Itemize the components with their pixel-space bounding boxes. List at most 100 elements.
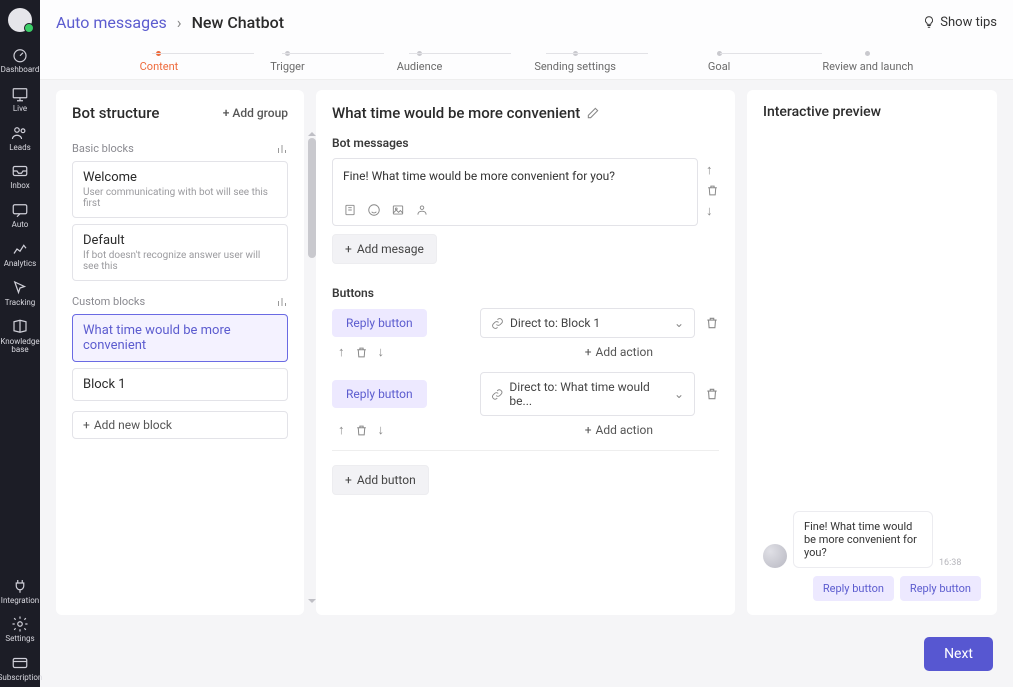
chevron-down-icon: ⌄ <box>674 316 684 330</box>
block-editor-panel: What time would be more convenient Bot m… <box>316 90 735 615</box>
emoji-icon[interactable] <box>367 203 381 217</box>
direct-to-select[interactable]: Direct to: What time would be... ⌄ <box>480 372 695 416</box>
nav-label: Analytics <box>4 260 37 269</box>
preview-reply-chip[interactable]: Reply button <box>813 576 894 601</box>
topbar: Auto messages › New Chatbot Show tips <box>40 0 1013 44</box>
panel-title: Bot structure + Add group <box>72 104 288 122</box>
arrow-down-icon[interactable]: ↓ <box>378 344 385 360</box>
nav-label: Auto <box>12 221 29 230</box>
step-audience[interactable]: Audience <box>397 51 443 73</box>
add-group-button[interactable]: + Add group <box>223 106 288 120</box>
nav-label: Live <box>13 105 27 114</box>
reply-button-chip[interactable]: Reply button <box>332 380 427 408</box>
arrow-up-icon[interactable]: ↑ <box>338 344 345 360</box>
block-card-default[interactable]: Default If bot doesn't recognize answer … <box>72 224 288 281</box>
add-message-button[interactable]: + Add mesage <box>332 234 437 264</box>
avatar <box>763 544 787 568</box>
preview-chips: Reply button Reply button <box>763 576 981 601</box>
pencil-icon[interactable] <box>586 106 600 120</box>
stats-icon[interactable] <box>276 296 288 308</box>
buttons-heading: Buttons <box>332 286 719 300</box>
avatar[interactable] <box>8 8 32 32</box>
arrow-up-icon[interactable]: ↑ <box>706 162 719 178</box>
next-button[interactable]: Next <box>924 637 993 671</box>
nav-item-analytics[interactable]: Analytics <box>0 234 40 273</box>
preview-bubble: Fine! What time would be more convenient… <box>793 511 933 568</box>
add-action-button[interactable]: +Add action <box>585 345 653 359</box>
trash-icon[interactable] <box>705 316 719 330</box>
nav-item-subscription[interactable]: Subscription <box>0 648 40 687</box>
preview-title: Interactive preview <box>763 104 981 120</box>
step-review[interactable]: Review and launch <box>822 51 913 73</box>
trash-icon[interactable] <box>705 387 719 401</box>
user-icon[interactable] <box>415 203 429 217</box>
message-text[interactable]: Fine! What time would be more convenient… <box>343 169 687 193</box>
arrow-down-icon[interactable]: ↓ <box>706 203 719 219</box>
preview-panel: Interactive preview Fine! What time woul… <box>747 90 997 615</box>
breadcrumb-root[interactable]: Auto messages <box>56 13 167 32</box>
message-input[interactable]: Fine! What time would be more convenient… <box>332 158 698 226</box>
trash-icon[interactable] <box>355 424 368 437</box>
nav-item-settings[interactable]: Settings <box>0 609 40 648</box>
nav-label: Dashboard <box>1 66 40 75</box>
nav-item-inbox[interactable]: Inbox <box>0 156 40 195</box>
block-card-welcome[interactable]: Welcome User communicating with bot will… <box>72 161 288 218</box>
nav-label: Leads <box>9 144 31 153</box>
step-goal[interactable]: Goal <box>708 51 730 73</box>
plus-icon: + <box>223 106 230 120</box>
nav-label: Settings <box>5 635 34 644</box>
nav-item-live[interactable]: Live <box>0 79 40 118</box>
step-content[interactable]: Content <box>140 51 179 73</box>
button-row: Reply button Direct to: What time would … <box>332 372 719 416</box>
nav-item-leads[interactable]: Leads <box>0 118 40 157</box>
trash-icon[interactable] <box>355 346 368 359</box>
scroll-down-icon[interactable] <box>308 599 316 603</box>
button-row: Reply button Direct to: Block 1 ⌄ <box>332 308 719 338</box>
scrollbar[interactable] <box>308 130 316 605</box>
gauge-icon <box>11 46 29 64</box>
nav-item-integration[interactable]: Integration <box>0 571 40 610</box>
nav-item-auto[interactable]: Auto <box>0 195 40 234</box>
buttons-section: Buttons Reply button Direct to: Block 1 … <box>332 286 719 495</box>
nav-item-tracking[interactable]: Tracking <box>0 273 40 312</box>
link-icon <box>491 388 503 401</box>
nav-item-dashboard[interactable]: Dashboard <box>0 40 40 79</box>
step-trigger[interactable]: Trigger <box>270 51 304 73</box>
link-icon <box>491 317 504 330</box>
bot-structure-panel: Bot structure + Add group Basic blocks W… <box>56 90 304 615</box>
show-tips-button[interactable]: Show tips <box>922 15 997 30</box>
nav-items-top: Dashboard Live Leads Inbox Auto Analytic… <box>0 40 40 359</box>
preview-reply-chip[interactable]: Reply button <box>900 576 981 601</box>
analytics-icon <box>11 240 29 258</box>
block-card-custom[interactable]: Block 1 <box>72 368 288 401</box>
scroll-thumb[interactable] <box>308 138 316 258</box>
trash-icon[interactable] <box>706 184 719 197</box>
nav-item-knowledge[interactable]: Knowledge base <box>0 312 40 360</box>
nav-label: Knowledge base <box>0 338 40 356</box>
arrow-down-icon[interactable]: ↓ <box>378 422 385 438</box>
add-button-button[interactable]: + Add button <box>332 465 429 495</box>
stepper: Content Trigger Audience Sending setting… <box>40 44 1013 80</box>
plus-icon: + <box>83 418 90 432</box>
image-icon[interactable] <box>391 203 405 217</box>
block-card-custom-selected[interactable]: What time would be more convenient <box>72 314 288 362</box>
chat-icon <box>11 201 29 219</box>
add-block-button[interactable]: + Add new block <box>72 411 288 439</box>
stats-icon[interactable] <box>276 143 288 155</box>
basic-blocks-label: Basic blocks <box>72 142 288 155</box>
block-title: What time would be more convenient <box>332 104 719 122</box>
footer: Next <box>40 627 1013 687</box>
step-sending[interactable]: Sending settings <box>534 51 616 73</box>
arrow-up-icon[interactable]: ↑ <box>338 422 345 438</box>
custom-blocks-label: Custom blocks <box>72 295 288 308</box>
plus-icon: + <box>585 423 592 437</box>
reply-button-chip[interactable]: Reply button <box>332 309 427 337</box>
add-action-button[interactable]: +Add action <box>585 423 653 437</box>
scroll-up-icon[interactable] <box>308 132 316 136</box>
message-toolbar <box>343 203 687 217</box>
nav-label: Inbox <box>10 182 30 191</box>
bot-messages-heading: Bot messages <box>332 136 719 150</box>
direct-to-select[interactable]: Direct to: Block 1 ⌄ <box>480 308 695 338</box>
file-icon[interactable] <box>343 203 357 217</box>
preview-timestamp: 16:38 <box>939 558 961 568</box>
